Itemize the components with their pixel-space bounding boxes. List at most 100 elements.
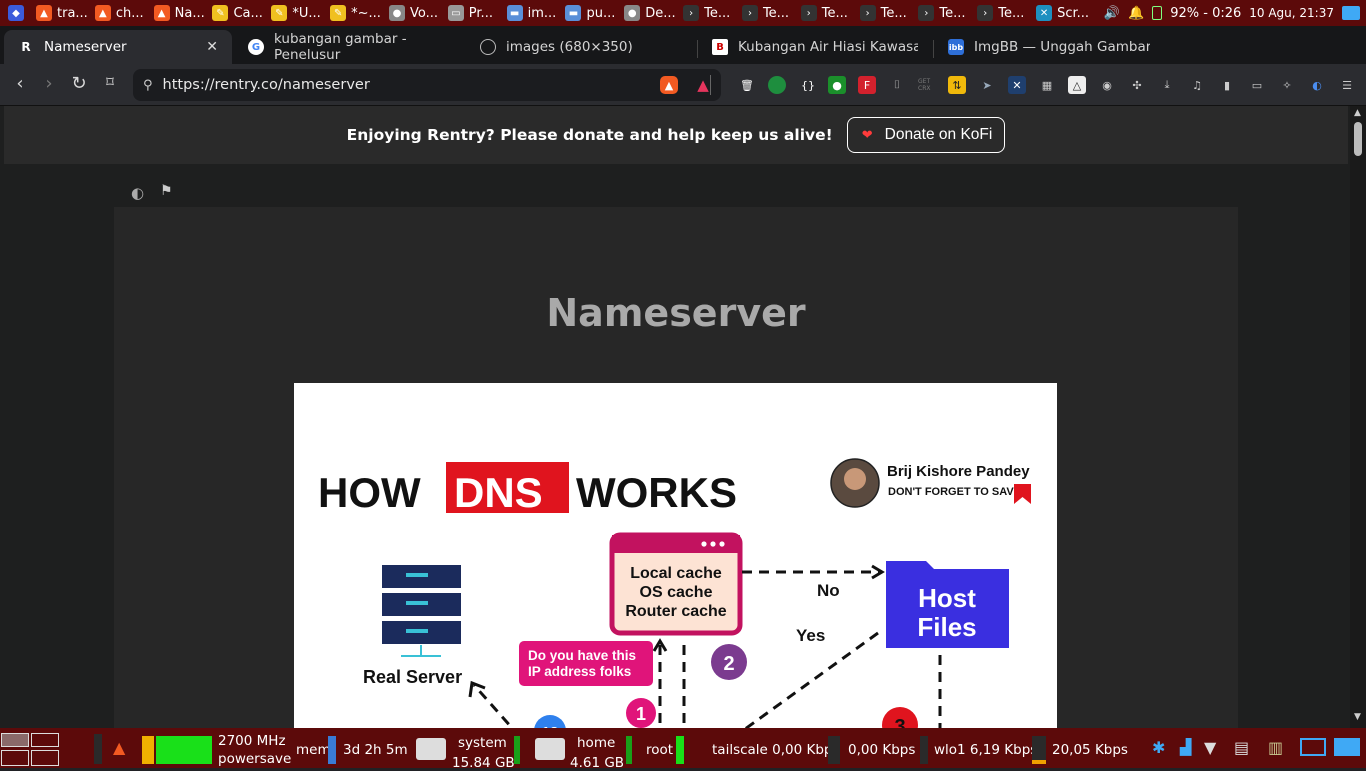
brave-launcher-icon[interactable]: ▲ bbox=[113, 738, 125, 757]
extension-green-icon[interactable]: ● bbox=[828, 76, 846, 94]
tab-google-search[interactable]: G kubangan gambar - Penelusur bbox=[234, 30, 464, 64]
close-tab-icon[interactable]: ✕ bbox=[206, 39, 218, 55]
clock[interactable]: 10 Agu, 21:37 bbox=[1249, 6, 1334, 20]
reload-icon[interactable]: ↻ bbox=[68, 73, 90, 94]
workspace-3[interactable] bbox=[1, 750, 29, 766]
bookmark-icon[interactable]: ⌑ bbox=[99, 73, 121, 91]
system-taskbar: ◆ ▲ tra... ▲ ch... ▲ Na... ✎ Ca... ✎ *U... ✎ *~... ●… bbox=[0, 0, 1366, 26]
author-name: Brij Kishore Pandey bbox=[887, 463, 1030, 480]
report-flag-icon[interactable]: ⚑ bbox=[160, 183, 173, 199]
workspace-2[interactable] bbox=[31, 733, 59, 747]
brave-shields-icon[interactable]: ▲ bbox=[660, 76, 678, 94]
donate-kofi-button[interactable]: ❤ Donate on KoFi bbox=[846, 117, 1006, 153]
drive-home-icon[interactable] bbox=[535, 738, 565, 760]
step-number-1: 1 bbox=[636, 704, 646, 724]
scrollbar-thumb[interactable] bbox=[1354, 122, 1362, 156]
profile-icon[interactable]: ◐ bbox=[1308, 76, 1326, 94]
task-2[interactable]: ▲ ch... bbox=[91, 0, 150, 26]
media-icon[interactable]: ♫ bbox=[1188, 76, 1206, 94]
app-icon: ● bbox=[388, 5, 405, 21]
puzzle-icon[interactable]: ✣ bbox=[1128, 76, 1146, 94]
menu-icon[interactable]: ☰ bbox=[1338, 76, 1356, 94]
tab-nameserver[interactable]: R Nameserver ✕ bbox=[4, 30, 232, 64]
app-launcher[interactable]: ◆ bbox=[0, 0, 32, 26]
task-3[interactable]: ▲ Na... bbox=[150, 0, 209, 26]
extension-triangle-icon[interactable]: △ bbox=[1068, 76, 1086, 94]
trash-icon[interactable]: ▥ bbox=[1268, 738, 1283, 757]
app-icon: ● bbox=[624, 5, 641, 21]
json-formatter-icon[interactable]: {} bbox=[799, 76, 817, 94]
url-input[interactable] bbox=[162, 77, 633, 93]
wifi-icon[interactable]: ▼ bbox=[1204, 738, 1216, 757]
tab-title: kubangan gambar - Penelusur bbox=[274, 31, 407, 63]
screen-icon[interactable] bbox=[1300, 738, 1326, 756]
workspace-4[interactable] bbox=[31, 750, 59, 766]
notification-icon[interactable]: 🔔 bbox=[1128, 6, 1144, 21]
extension-trash-icon[interactable]: 🗑 bbox=[738, 76, 756, 94]
wallet-icon[interactable]: ▭ bbox=[1248, 76, 1266, 94]
disk-home-label: home bbox=[577, 735, 616, 751]
forward-icon[interactable]: › bbox=[38, 73, 60, 94]
tab-kubangan-air[interactable]: B Kubangan Air Hiasi Kawasan V bbox=[698, 30, 932, 64]
task-12[interactable]: › Te... bbox=[679, 0, 738, 26]
address-bar[interactable]: ⚲ bbox=[133, 69, 721, 101]
task-16[interactable]: › Te... bbox=[914, 0, 973, 26]
scroll-up-icon[interactable]: ▲ bbox=[1354, 108, 1361, 118]
extension-blue-icon[interactable]: ✕ bbox=[1008, 76, 1026, 94]
cpu-usage-graph bbox=[156, 736, 212, 764]
brave-rewards-icon[interactable]: ▲ bbox=[694, 76, 712, 94]
extension-red-icon[interactable]: F bbox=[858, 76, 876, 94]
task-18[interactable]: ✕ Scr... bbox=[1032, 0, 1098, 26]
terminal-icon: › bbox=[859, 5, 876, 21]
signal-icon[interactable]: ▟ bbox=[1180, 738, 1192, 756]
volume-icon[interactable]: 🔊 bbox=[1104, 6, 1120, 21]
task-6[interactable]: ✎ *~... bbox=[326, 0, 385, 26]
camera-icon[interactable]: ⌷ bbox=[888, 76, 906, 94]
workspace-1[interactable] bbox=[1, 733, 29, 747]
show-desktop-icon[interactable] bbox=[1334, 738, 1360, 756]
page-scrollbar[interactable]: ▲ ▼ bbox=[1350, 106, 1366, 728]
tab-title: images (680×350) bbox=[506, 39, 633, 55]
page-title: Nameserver bbox=[546, 291, 806, 335]
label-no: No bbox=[817, 581, 840, 600]
task-5[interactable]: ✎ *U... bbox=[267, 0, 326, 26]
task-label: *U... bbox=[292, 5, 321, 21]
task-9[interactable]: ▬ im... bbox=[503, 0, 562, 26]
tab-images[interactable]: images (680×350) bbox=[466, 30, 694, 64]
task-15[interactable]: › Te... bbox=[856, 0, 915, 26]
banner-message: Enjoying Rentry? Please donate and help … bbox=[346, 126, 833, 144]
task-10[interactable]: ▬ pu... bbox=[561, 0, 620, 26]
folder-icon: ▬ bbox=[565, 5, 582, 21]
task-11[interactable]: ● De... bbox=[620, 0, 679, 26]
extension-pixel-icon[interactable]: ▦ bbox=[1038, 76, 1056, 94]
task-14[interactable]: › Te... bbox=[797, 0, 856, 26]
site-info-icon[interactable]: ⚲ bbox=[143, 78, 153, 93]
show-desktop-icon[interactable] bbox=[1342, 6, 1360, 20]
task-17[interactable]: › Te... bbox=[973, 0, 1032, 26]
theme-toggle-icon[interactable]: ◐ bbox=[131, 184, 144, 202]
dns-diagram: HOW DNS WORKS Brij Kishore Pandey DON'T … bbox=[318, 458, 1031, 728]
tab-imgbb[interactable]: ibb ImgBB — Unggah Gambar — bbox=[934, 30, 1164, 64]
extension-yellow-icon[interactable]: ⇅ bbox=[948, 76, 966, 94]
sidebar-icon[interactable]: ▮ bbox=[1218, 76, 1236, 94]
task-1[interactable]: ▲ tra... bbox=[32, 0, 91, 26]
battery-icon[interactable] bbox=[1152, 6, 1163, 20]
bluetooth-icon[interactable]: ✱ bbox=[1152, 738, 1165, 757]
extension-counter-icon[interactable] bbox=[768, 76, 786, 94]
task-13[interactable]: › Te... bbox=[738, 0, 797, 26]
crx-extension-icon[interactable]: GET CRX bbox=[918, 76, 936, 94]
tailscale-graph bbox=[828, 736, 840, 764]
task-8[interactable]: ▭ Pr... bbox=[444, 0, 503, 26]
task-7[interactable]: ● Vo... bbox=[385, 0, 444, 26]
extension-circle-icon[interactable]: ◉ bbox=[1098, 76, 1116, 94]
back-icon[interactable]: ‹ bbox=[9, 73, 31, 94]
task-4[interactable]: ✎ Ca... bbox=[208, 0, 267, 26]
clipboard-icon[interactable]: ▤ bbox=[1234, 738, 1249, 757]
download-icon[interactable]: ⤓ bbox=[1158, 76, 1176, 94]
wlo1-down: wlo1 6,19 Kbps bbox=[934, 742, 1038, 758]
drive-system-icon[interactable] bbox=[416, 738, 446, 760]
scroll-down-icon[interactable]: ▼ bbox=[1354, 712, 1361, 722]
cursor-icon[interactable]: ➤ bbox=[978, 76, 996, 94]
task-label: Te... bbox=[939, 5, 966, 21]
leo-ai-icon[interactable]: ✧ bbox=[1278, 76, 1296, 94]
